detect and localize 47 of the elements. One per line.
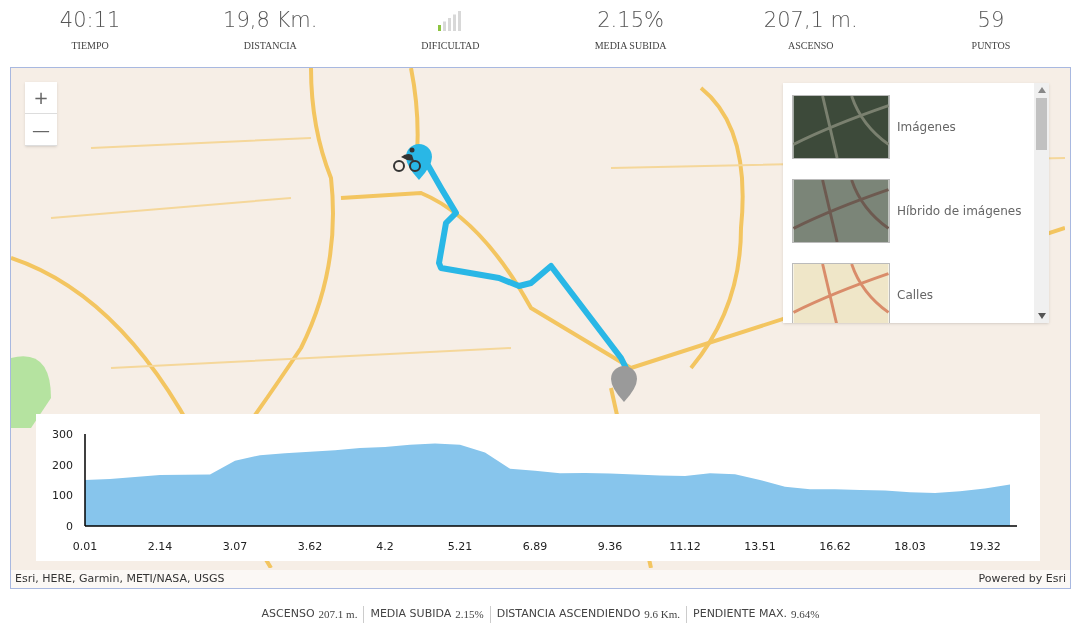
x-tick-label: 19.32: [969, 540, 1001, 553]
summary-value: 9.6 Km.: [644, 607, 681, 622]
x-tick-label: 18.03: [894, 540, 926, 553]
y-tick-label: 100: [52, 489, 73, 503]
map-view[interactable]: + — Imágenes Híbrido de imágenes Calles 0 100 200 300 0.01 2.14 3.07 3.62 4.2 5.21 6.89 9.36 11.12 13.51 16.62 18.03 19.32 Esri, HERE, Garmin, METI/NASA, USGS Powered by Esri: [10, 67, 1071, 589]
summary-label: MEDIA SUBIDA: [370, 606, 452, 622]
stat-label: ASCENSO: [788, 39, 834, 53]
summary-label: PENDIENTE MAX.: [693, 606, 787, 622]
basemap-label: Calles: [897, 287, 934, 304]
attribution-text: Esri, HERE, Garmin, METI/NASA, USGS: [15, 570, 225, 587]
stat-value: 59: [977, 7, 1005, 35]
x-tick-label: 9.36: [597, 540, 623, 553]
zoom-out-button[interactable]: —: [25, 114, 57, 146]
x-tick-label: 0.01: [72, 540, 98, 553]
basemap-label: Híbrido de imágenes: [897, 203, 1022, 220]
stat-label: DIFICULTAD: [421, 39, 480, 53]
stat-label: TIEMPO: [71, 39, 109, 53]
summary-value: 207.1 m.: [318, 607, 358, 622]
x-tick-label: 11.12: [669, 540, 701, 553]
x-tick-label: 6.89: [522, 540, 548, 553]
summary-label: DISTANCIA ASCENDIENDO: [496, 606, 641, 622]
x-tick-label: 2.14: [147, 540, 173, 553]
stat-value: 40:11: [59, 7, 121, 35]
stat-label: PUNTOS: [971, 39, 1011, 53]
stat-label: MEDIA SUBIDA: [594, 39, 667, 53]
summary-value: 2.15%: [455, 607, 484, 622]
basemap-option[interactable]: Calles: [792, 263, 1034, 323]
stat-label: DISTANCIA: [243, 39, 297, 53]
x-tick-label: 16.62: [819, 540, 851, 553]
y-tick-label: 300: [52, 428, 73, 441]
summary-value: 9.64%: [791, 607, 820, 622]
x-tick-label: 13.51: [744, 540, 776, 553]
stat-value: 207,1 m.: [763, 7, 858, 35]
x-tick-label: 4.2: [376, 540, 394, 553]
x-tick-label: 3.62: [297, 540, 323, 553]
x-tick-label: 3.07: [222, 540, 248, 553]
y-tick-label: 200: [52, 458, 73, 472]
powered-by-link[interactable]: Powered by Esri: [978, 570, 1066, 588]
y-tick-label: 0: [66, 520, 73, 533]
basemap-option[interactable]: Imágenes: [792, 95, 1034, 159]
summary-label: ASCENSO: [261, 606, 315, 622]
x-tick-label: 5.21: [447, 540, 473, 553]
basemap-label: Imágenes: [897, 119, 956, 136]
basemap-option[interactable]: Híbrido de imágenes: [792, 179, 1034, 243]
stat-value: 2.15%: [597, 7, 664, 35]
zoom-in-button[interactable]: +: [25, 82, 57, 114]
stat-value: 19,8 Km.: [223, 7, 318, 35]
